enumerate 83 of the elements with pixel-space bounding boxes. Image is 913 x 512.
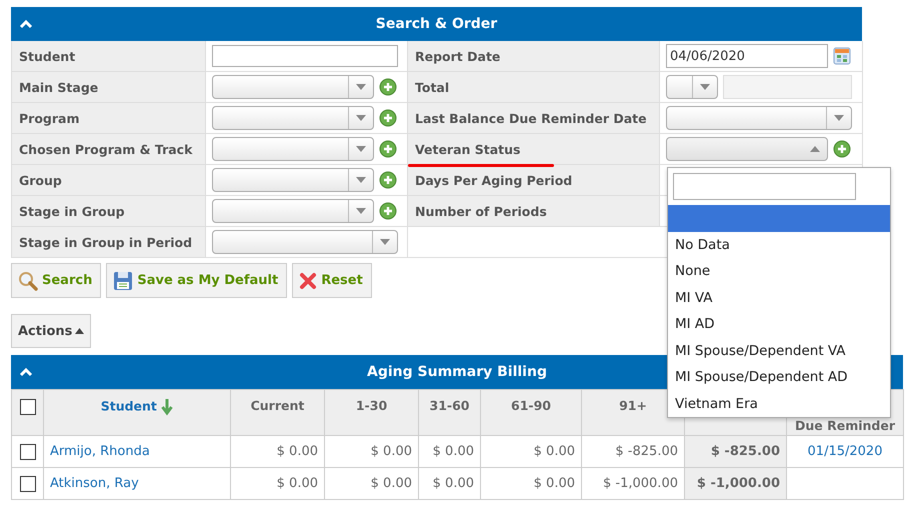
- select-field[interactable]: [212, 168, 374, 192]
- add-icon[interactable]: [833, 140, 851, 158]
- dropdown-search-field[interactable]: [673, 173, 856, 200]
- field-label: Veteran Status: [415, 142, 520, 156]
- column-header: 1-30: [356, 398, 388, 413]
- amount-cell: $ 0.00: [276, 476, 318, 491]
- caret-icon: [380, 239, 390, 245]
- column-header: Due Reminder: [794, 418, 895, 433]
- select-field[interactable]: [212, 137, 374, 161]
- search-icon: [18, 270, 38, 290]
- dropdown-option[interactable]: MI VA: [668, 284, 890, 311]
- caret-icon: [356, 84, 366, 90]
- select-field[interactable]: [212, 75, 374, 99]
- column-header: Current: [250, 398, 304, 413]
- dropdown-option[interactable]: MI Spouse/Dependent AD: [668, 364, 890, 390]
- caret-icon: [810, 146, 820, 152]
- field-label: Student: [19, 48, 76, 64]
- save-button[interactable]: Save as My Default: [106, 263, 288, 298]
- column-header[interactable]: Student: [100, 398, 157, 414]
- field-label: Number of Periods: [415, 204, 547, 218]
- select-field[interactable]: [666, 137, 828, 161]
- caret-icon: [700, 84, 710, 90]
- add-icon[interactable]: [379, 78, 397, 96]
- amount-cell: $ 0.00: [276, 444, 318, 459]
- amount-cell: $ 0.00: [534, 444, 575, 459]
- field-label: Chosen Program & Track: [19, 142, 192, 156]
- select-field[interactable]: [212, 230, 398, 254]
- field-label: Stage in Group: [19, 204, 125, 218]
- actions-button[interactable]: Actions: [11, 314, 92, 348]
- collapse-icon[interactable]: [19, 19, 33, 29]
- amount-cell: $ -1,000.00: [603, 476, 678, 491]
- dropdown-option[interactable]: Vietnam Era: [668, 390, 890, 417]
- select-field[interactable]: [666, 106, 852, 130]
- field-label: Total: [415, 80, 450, 94]
- dropdown-option[interactable]: No Data: [668, 232, 890, 258]
- add-icon[interactable]: [379, 202, 397, 220]
- reset-button[interactable]: Reset: [292, 263, 372, 298]
- operator-select[interactable]: [666, 75, 718, 99]
- field-label: Stage in Group in Period: [19, 234, 192, 250]
- add-icon[interactable]: [379, 140, 397, 158]
- search-button[interactable]: Search: [11, 263, 102, 298]
- amount-cell: $ -825.00: [615, 444, 678, 459]
- column-header: 61-90: [511, 398, 551, 413]
- field-label: Report Date: [415, 48, 500, 64]
- dropdown-option[interactable]: None: [668, 258, 890, 284]
- select-field[interactable]: [212, 106, 374, 130]
- amount-cell: $ 0.00: [432, 444, 474, 459]
- dropdown-option[interactable]: MI Spouse/Dependent VA: [668, 338, 890, 364]
- field-label: Group: [19, 172, 62, 188]
- add-icon[interactable]: [379, 171, 397, 189]
- down-arrow-icon[interactable]: [161, 398, 174, 416]
- add-icon[interactable]: [379, 109, 397, 127]
- amount-field[interactable]: [723, 75, 852, 99]
- field-label: Main Stage: [19, 80, 98, 94]
- caret-icon: [75, 328, 84, 334]
- amount-cell: $ 0.00: [370, 476, 412, 491]
- total-cell: $ -825.00: [710, 444, 780, 459]
- caret-icon: [356, 115, 366, 121]
- row-checkbox[interactable]: [20, 444, 36, 460]
- caret-icon: [356, 177, 366, 183]
- panel-title: Search & Order: [376, 16, 498, 32]
- caret-icon: [356, 208, 366, 214]
- calendar-icon[interactable]: [833, 47, 851, 65]
- caret-icon: [356, 146, 366, 152]
- field-label: Days Per Aging Period: [415, 172, 572, 188]
- dropdown-option[interactable]: MI AD: [668, 311, 890, 338]
- date-field[interactable]: 04/06/2020: [666, 44, 828, 68]
- field-label: Last Balance Due Reminder Date: [415, 110, 647, 126]
- column-header: 31-60: [430, 398, 470, 413]
- field-label: Program: [19, 110, 80, 126]
- amount-cell: $ 0.00: [534, 476, 575, 491]
- select-field[interactable]: [212, 199, 374, 223]
- amount-cell: $ 0.00: [370, 444, 412, 459]
- column-header: 91+: [619, 398, 647, 413]
- caret-icon: [834, 115, 844, 121]
- close-icon: [299, 272, 318, 290]
- amount-cell: $ 0.00: [432, 476, 474, 491]
- table-title: Aging Summary Billing: [367, 364, 547, 380]
- total-cell: $ -1,000.00: [696, 476, 780, 491]
- row-checkbox[interactable]: [20, 476, 36, 492]
- select-all-checkbox[interactable]: [20, 398, 36, 415]
- text-field[interactable]: [212, 45, 398, 67]
- collapse-icon[interactable]: [19, 367, 33, 377]
